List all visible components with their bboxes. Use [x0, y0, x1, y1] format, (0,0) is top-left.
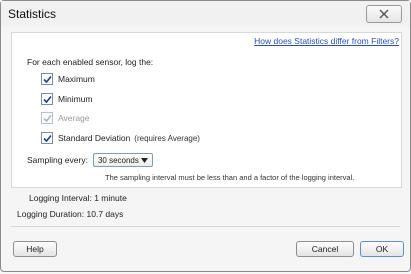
help-button[interactable]: Help: [13, 241, 57, 257]
cancel-button[interactable]: Cancel: [296, 241, 354, 257]
maximum-option[interactable]: Maximum: [41, 73, 95, 85]
minimum-checkbox[interactable]: [41, 93, 53, 105]
checkmark-icon: [42, 95, 52, 103]
standard-deviation-checkbox[interactable]: [41, 132, 53, 144]
close-button[interactable]: [366, 5, 402, 23]
maximum-checkbox[interactable]: [41, 73, 53, 85]
maximum-label: Maximum: [58, 74, 95, 84]
checkmark-icon: [42, 114, 52, 122]
statistics-vs-filters-link[interactable]: How does Statistics differ from Filters?: [254, 36, 399, 46]
ok-button[interactable]: OK: [360, 241, 404, 257]
intro-text: For each enabled sensor, log the:: [27, 57, 154, 67]
close-icon: [379, 9, 389, 19]
chevron-down-icon: [140, 157, 148, 163]
average-option: Average: [41, 112, 90, 124]
settings-panel: How does Statistics differ from Filters?…: [11, 32, 402, 188]
minimum-option[interactable]: Minimum: [41, 93, 92, 105]
standard-deviation-label: Standard Deviation: [58, 133, 131, 143]
divider: [11, 226, 400, 227]
window-title: Statistics: [8, 7, 57, 21]
average-checkbox: [41, 112, 53, 124]
sampling-hint: The sampling interval must be less than …: [105, 173, 355, 182]
logging-interval-text: Logging Interval: 1 minute: [29, 193, 127, 203]
minimum-label: Minimum: [58, 94, 93, 104]
logging-duration-text: Logging Duration: 10.7 days: [17, 209, 124, 219]
standard-deviation-option[interactable]: Standard Deviation (requires Average): [41, 132, 200, 144]
sampling-interval-select[interactable]: 30 seconds: [92, 153, 153, 167]
statistics-dialog: Statistics How does Statistics differ fr…: [0, 0, 411, 272]
sampling-label: Sampling every:: [27, 155, 88, 165]
average-label: Average: [58, 113, 90, 123]
checkmark-icon: [42, 134, 52, 142]
standard-deviation-note: (requires Average): [134, 133, 200, 143]
title-bar: Statistics: [1, 1, 410, 27]
sampling-interval-value: 30 seconds: [97, 155, 139, 165]
sampling-row: Sampling every: 30 seconds: [27, 153, 153, 167]
checkmark-icon: [42, 75, 52, 83]
